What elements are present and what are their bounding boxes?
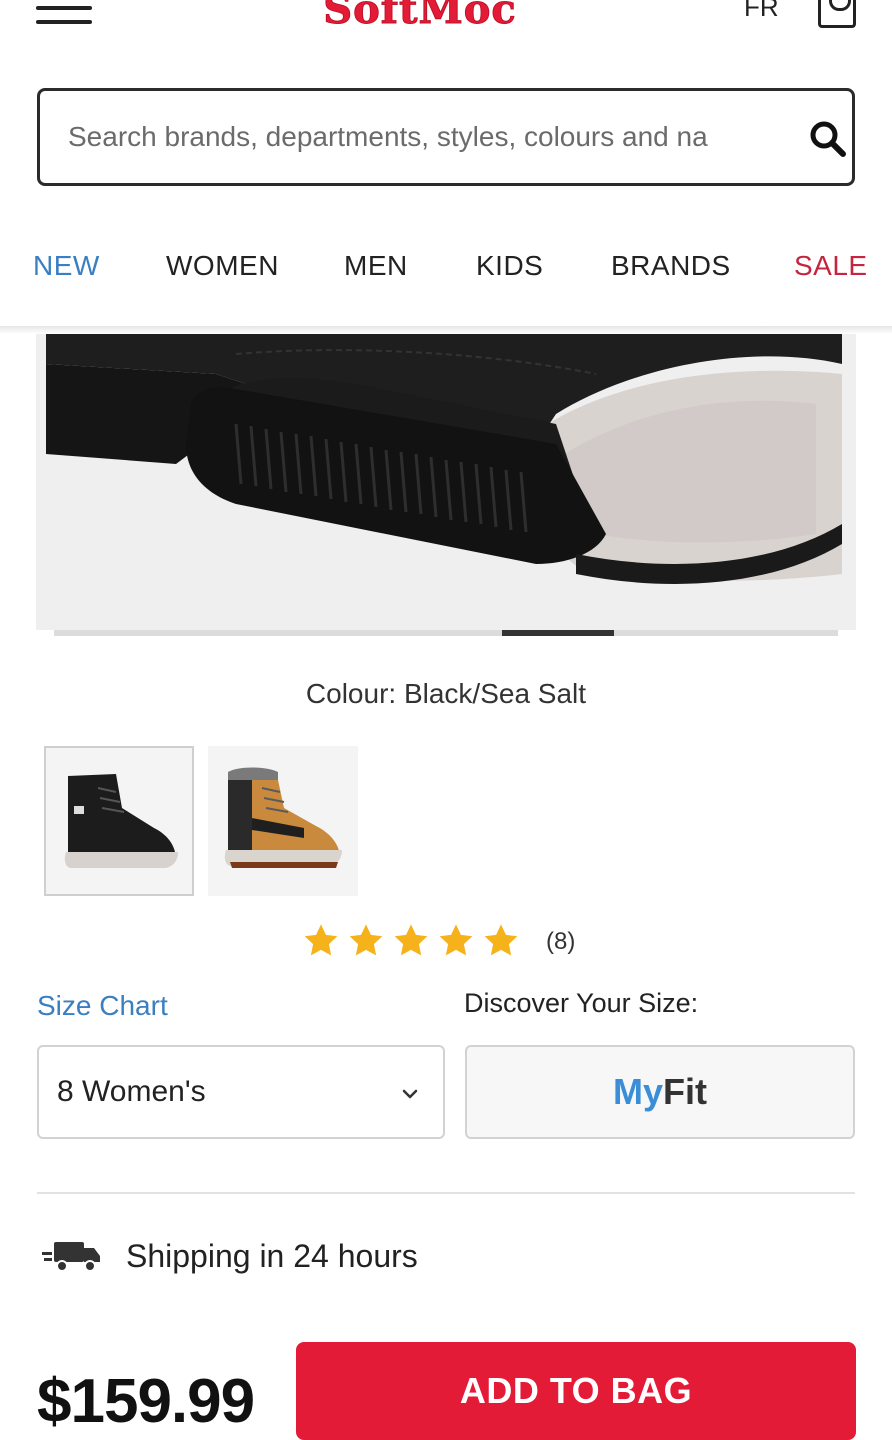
carousel-indicator[interactable] [502, 630, 614, 636]
nav-new[interactable]: NEW [33, 250, 100, 282]
myfit-my-text: My [613, 1071, 664, 1112]
star-icon [304, 924, 338, 956]
size-chart-link[interactable]: Size Chart [37, 990, 168, 1022]
boot-closeup-image [36, 334, 856, 630]
shopping-bag-icon[interactable] [818, 0, 856, 28]
review-count[interactable]: (8) [546, 928, 575, 956]
star-icon [484, 924, 518, 956]
myfit-button[interactable]: MyFit [465, 1045, 855, 1139]
search-icon[interactable] [808, 119, 848, 159]
shipping-info: Shipping in 24 hours [126, 1238, 418, 1274]
black-boot-thumbnail [46, 748, 192, 894]
menu-bar [36, 6, 92, 10]
chevron-down-icon [402, 1089, 418, 1099]
discover-size-label: Discover Your Size: [464, 988, 699, 1018]
star-icon [394, 924, 428, 956]
nav-brands[interactable]: BRANDS [611, 250, 731, 282]
colour-label: Colour: Black/Sea Salt [305, 678, 587, 709]
size-dropdown[interactable]: 8 Women's [37, 1045, 445, 1139]
main-nav: NEW WOMEN MEN KIDS BRANDS SALE [0, 240, 892, 300]
nav-women[interactable]: WOMEN [166, 250, 279, 282]
selected-size: 8 Women's [57, 1075, 206, 1108]
header-divider [0, 326, 892, 334]
colour-swatch-black[interactable] [44, 746, 194, 896]
site-header: SoftMoc FR NEW WOMEN MEN KIDS BRANDS SAL… [0, 0, 892, 330]
search-input[interactable] [68, 113, 768, 161]
add-to-bag-button[interactable]: ADD TO BAG [296, 1342, 856, 1440]
tan-boot-thumbnail [208, 746, 358, 896]
product-main-image[interactable] [36, 334, 856, 630]
nav-sale[interactable]: SALE [794, 250, 868, 282]
section-divider [37, 1192, 855, 1194]
search-bar [37, 88, 855, 186]
nav-men[interactable]: MEN [344, 250, 408, 282]
menu-icon[interactable] [36, 0, 92, 30]
star-icon [349, 924, 383, 956]
carousel-track [54, 630, 838, 636]
rating-stars[interactable] [300, 918, 530, 964]
softmoc-logo[interactable]: SoftMoc [280, 0, 560, 34]
myfit-fit-text: Fit [663, 1071, 707, 1112]
nav-kids[interactable]: KIDS [476, 250, 543, 282]
truck-icon [42, 1242, 100, 1272]
star-icon [439, 924, 473, 956]
colour-swatch-tan[interactable] [208, 746, 358, 896]
language-toggle[interactable]: FR [744, 0, 779, 23]
product-price: $159.99 [37, 1367, 255, 1436]
menu-bar [36, 20, 92, 24]
